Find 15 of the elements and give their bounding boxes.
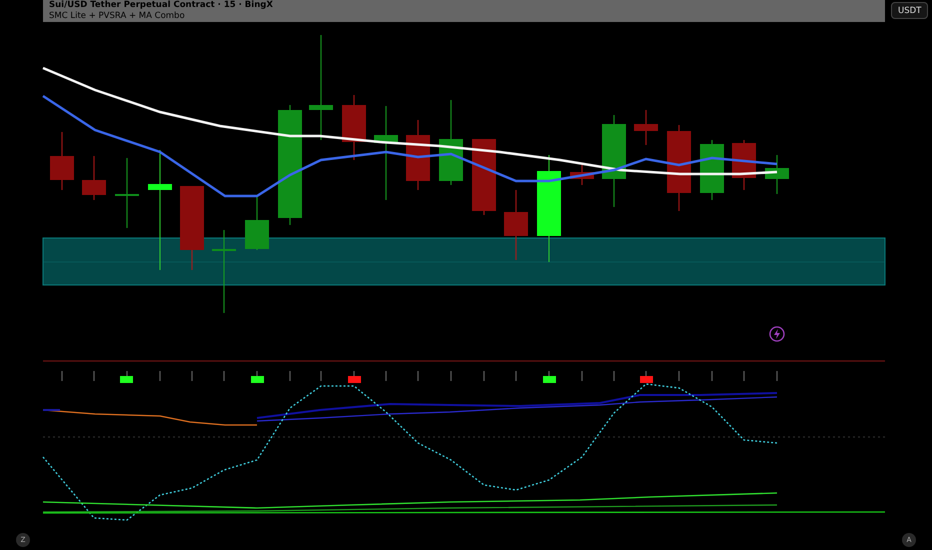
candlestick [504,190,528,260]
chart-title: Sui/USD Tether Perpetual Contract · 15 · BingX [49,0,274,11]
candlestick [765,154,789,194]
candlestick [406,120,430,190]
candlestick [82,156,106,200]
candlestick [245,196,269,250]
candlestick [634,110,658,146]
candlestick [115,158,139,228]
candlestick [50,132,74,190]
candlestick [342,94,366,160]
candlestick [570,164,594,186]
currency-button[interactable]: USDT [891,2,928,19]
lightning-icon[interactable] [769,326,785,342]
candlestick [732,140,756,190]
indicator-name: SMC Lite + PVSRA + MA Combo [49,11,186,22]
